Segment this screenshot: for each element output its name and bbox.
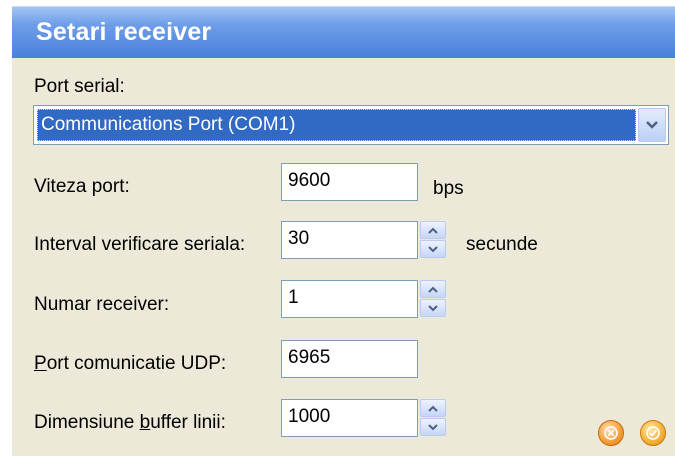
port-udp-accel: P [34,353,47,374]
interval-spinner[interactable] [420,221,446,259]
viteza-port-input[interactable]: 9600 [281,163,418,201]
interval-spin-down-button[interactable] [420,240,446,258]
triangle-up-icon [428,227,438,234]
numar-receiver-spinner[interactable] [420,280,446,318]
triangle-down-icon [428,304,438,311]
buffer-label-pre: Dimensiune [34,412,140,433]
port-udp-label-rest: ort comunicatie UDP: [46,353,227,374]
buffer-spin-up-button[interactable] [420,399,446,417]
port-serial-select[interactable]: Communications Port (COM1) [33,105,669,145]
close-circle-icon [604,426,618,440]
interval-label: Interval verificare seriala: [34,234,246,255]
numar-receiver-input[interactable]: 1 [281,280,418,318]
title-bar: Setari receiver [12,6,675,58]
buffer-spin-down-button[interactable] [420,418,446,436]
numar-spin-up-button[interactable] [420,280,446,298]
port-serial-label: Port serial: [34,76,125,97]
ok-button[interactable] [640,420,666,446]
port-udp-label: Port comunicatie UDP: [34,353,226,375]
triangle-up-icon [428,405,438,412]
viteza-unit-label: bps [433,178,464,199]
interval-input[interactable]: 30 [281,221,418,259]
interval-unit-label: secunde [466,234,538,255]
triangle-down-icon [428,245,438,252]
window-title: Setari receiver [36,18,212,46]
port-serial-value: Communications Port (COM1) [37,109,636,141]
buffer-input[interactable]: 1000 [281,399,418,437]
triangle-up-icon [428,286,438,293]
buffer-label-accel: b [139,412,151,433]
chevron-down-icon [646,121,658,129]
cancel-button[interactable] [598,420,624,446]
dropdown-button[interactable] [638,108,666,142]
buffer-label-post: uffer linii: [150,412,226,433]
check-circle-icon [646,426,660,440]
interval-spin-up-button[interactable] [420,221,446,239]
numar-receiver-label: Numar receiver: [34,294,170,315]
triangle-down-icon [428,423,438,430]
buffer-label: Dimensiune buffer linii: [34,412,226,434]
buffer-spinner[interactable] [420,399,446,437]
numar-spin-down-button[interactable] [420,299,446,317]
viteza-port-label: Viteza port: [34,176,130,197]
port-udp-input[interactable]: 6965 [281,340,418,378]
